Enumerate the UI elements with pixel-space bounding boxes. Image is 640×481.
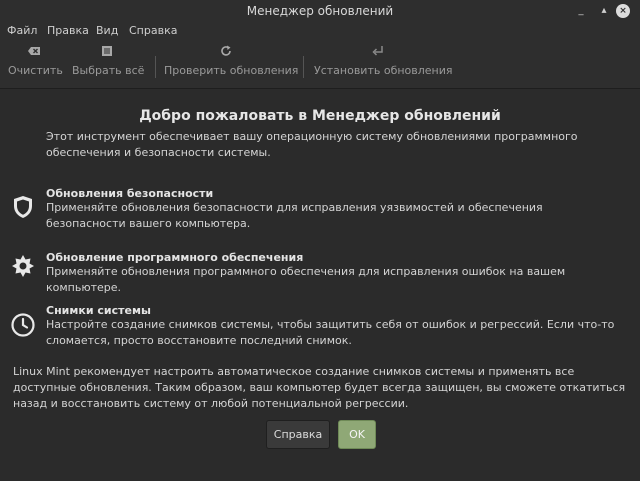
feature-description: Настройте создание снимков системы, чтоб… <box>46 318 615 347</box>
install-label: Установить обновления <box>314 64 453 77</box>
title-bar: Менеджер обновлений _ ▴ × <box>0 0 640 22</box>
select-all-icon <box>72 44 142 62</box>
welcome-panel: Добро пожаловать в Менеджер обновлений Э… <box>0 89 640 481</box>
refresh-button[interactable]: Проверить обновления <box>164 44 299 77</box>
feature-description: Применяйте обновления безопасности для и… <box>46 201 543 230</box>
menu-edit[interactable]: Правка <box>47 24 89 37</box>
clear-button[interactable]: Очистить <box>8 44 63 77</box>
close-button[interactable]: × <box>616 4 630 18</box>
refresh-label: Проверить обновления <box>164 64 299 77</box>
feature-title: Обновления безопасности <box>46 187 214 200</box>
window-title: Менеджер обновлений <box>246 4 394 18</box>
gear-icon <box>9 252 37 280</box>
install-icon <box>314 44 442 62</box>
toolbar: Очистить Выбрать всё Проверить обновлени… <box>0 40 640 89</box>
toolbar-separator <box>155 56 156 78</box>
clock-icon <box>9 311 37 339</box>
clear-icon <box>8 44 60 62</box>
welcome-intro: Этот инструмент обеспечивает вашу операц… <box>46 130 578 159</box>
maximize-button[interactable]: ▴ <box>596 3 612 19</box>
feature-description: Применяйте обновления программного обесп… <box>46 265 566 294</box>
welcome-heading: Добро пожаловать в Менеджер обновлений <box>139 108 501 124</box>
menu-file[interactable]: Файл <box>7 24 37 37</box>
menu-help[interactable]: Справка <box>129 24 177 37</box>
minimize-button[interactable]: _ <box>573 3 589 19</box>
clear-label: Очистить <box>8 64 63 77</box>
feature-title: Снимки системы <box>46 304 151 317</box>
toolbar-separator <box>303 56 304 78</box>
help-button[interactable]: Справка <box>266 420 330 449</box>
install-button[interactable]: Установить обновления <box>314 44 453 77</box>
select-all-label: Выбрать всё <box>72 64 145 77</box>
menu-view[interactable]: Вид <box>96 24 118 37</box>
feature-title: Обновление программного обеспечения <box>46 251 304 264</box>
menu-bar: Файл Правка Вид Справка <box>0 22 640 40</box>
recommendation-text: Linux Mint рекомендует настроить автомат… <box>13 365 626 410</box>
refresh-icon <box>164 44 288 62</box>
select-all-button[interactable]: Выбрать всё <box>72 44 145 77</box>
ok-button[interactable]: OK <box>338 420 376 449</box>
shield-icon <box>9 193 37 221</box>
